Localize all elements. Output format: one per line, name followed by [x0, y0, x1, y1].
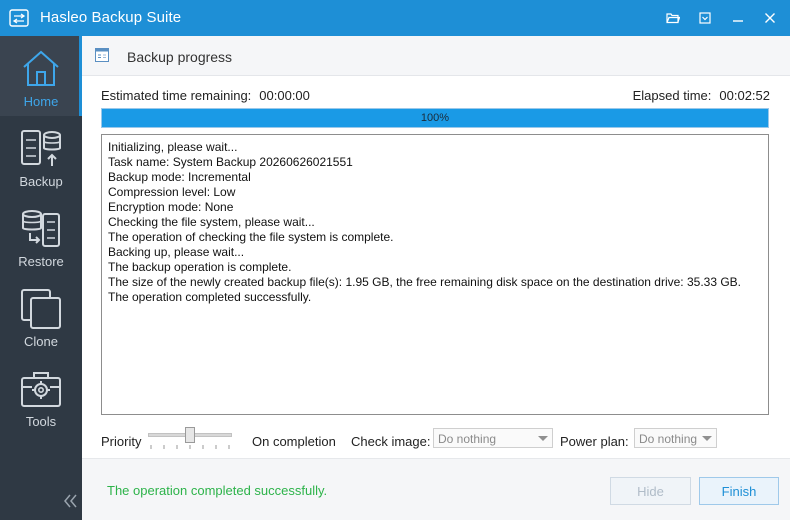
sidebar-item-label: Tools — [25, 414, 57, 429]
log-line: The operation of checking the file syste… — [108, 230, 394, 244]
chevron-down-icon — [538, 436, 548, 441]
check-image-label: Check image: — [351, 434, 431, 449]
finish-button[interactable]: Finish — [699, 477, 779, 505]
log-line: The operation completed successfully. — [108, 290, 312, 304]
log-line: Compression level: Low — [108, 185, 236, 199]
estimated-time-value: 00:00:00 — [259, 88, 310, 103]
page-title: Backup progress — [127, 49, 233, 65]
progress-bar: 100% — [101, 108, 769, 128]
sidebar-item-clone[interactable]: Clone — [0, 276, 82, 356]
clone-icon — [21, 289, 61, 329]
sidebar-item-label: Backup — [19, 174, 63, 189]
log-line: Initializing, please wait... — [108, 140, 238, 154]
power-plan-select[interactable]: Do nothing — [634, 428, 717, 448]
priority-slider[interactable] — [148, 427, 232, 452]
log-line: The backup operation is complete. — [108, 260, 292, 274]
slider-thumb[interactable] — [185, 427, 195, 443]
elapsed-time-label: Elapsed time: — [632, 88, 712, 103]
footer: The operation completed successfully. Hi… — [82, 458, 790, 520]
check-image-value: Do nothing — [438, 432, 497, 446]
folder-open-icon[interactable] — [660, 6, 686, 30]
minimize-icon[interactable] — [725, 6, 751, 30]
estimated-time-label: Estimated time remaining: — [101, 88, 252, 103]
close-icon[interactable] — [757, 6, 783, 30]
backup-progress-icon — [95, 48, 109, 62]
sidebar-item-label: Home — [23, 94, 59, 109]
on-completion-label: On completion — [252, 434, 336, 449]
elapsed-time-value: 00:02:52 — [719, 88, 770, 103]
tools-icon — [21, 372, 61, 407]
window-title: Hasleo Backup Suite — [40, 9, 182, 26]
hide-button[interactable]: Hide — [610, 477, 691, 505]
app-logo-icon — [9, 9, 29, 27]
status-message: The operation completed successfully. — [107, 483, 328, 498]
power-plan-value: Do nothing — [639, 432, 698, 446]
sidebar-item-restore[interactable]: Restore — [0, 196, 82, 276]
options-row: Priority On completion Check image: Do n… — [101, 427, 769, 454]
sidebar: Home Backup Restore Clone Tools — [0, 36, 82, 520]
estimated-time: Estimated time remaining: 00:00:00 — [101, 88, 310, 103]
power-plan-label: Power plan: — [560, 434, 629, 449]
log-line: The size of the newly created backup fil… — [108, 275, 742, 289]
log-output[interactable]: Initializing, please wait... Task name: … — [101, 134, 769, 415]
elapsed-time: Elapsed time: 00:02:52 — [633, 88, 770, 103]
log-line: Backup mode: Incremental — [108, 170, 251, 184]
sidebar-item-home[interactable]: Home — [0, 36, 82, 116]
progress-percent: 100% — [420, 112, 450, 124]
priority-label: Priority — [101, 434, 142, 449]
page-header: Backup progress — [82, 36, 790, 76]
sidebar-item-tools[interactable]: Tools — [0, 356, 82, 436]
double-chevron-left-icon[interactable] — [62, 492, 78, 510]
slider-ticks — [150, 445, 230, 449]
log-line: Encryption mode: None — [108, 200, 234, 214]
menu-dropdown-icon[interactable] — [692, 6, 718, 30]
title-bar: Hasleo Backup Suite — [0, 0, 790, 36]
home-icon — [23, 50, 59, 86]
log-line: Task name: System Backup 20260626021551 — [108, 155, 353, 169]
backup-icon — [21, 130, 61, 166]
sidebar-item-backup[interactable]: Backup — [0, 116, 82, 196]
sidebar-item-label: Restore — [18, 254, 64, 269]
restore-icon — [22, 210, 60, 247]
log-line: Backing up, please wait... — [108, 245, 245, 259]
chevron-down-icon — [702, 436, 712, 441]
check-image-select[interactable]: Do nothing — [433, 428, 553, 448]
sidebar-item-label: Clone — [24, 334, 58, 349]
log-line: Checking the file system, please wait... — [108, 215, 315, 229]
main-content: Backup progress Estimated time remaining… — [82, 36, 790, 520]
